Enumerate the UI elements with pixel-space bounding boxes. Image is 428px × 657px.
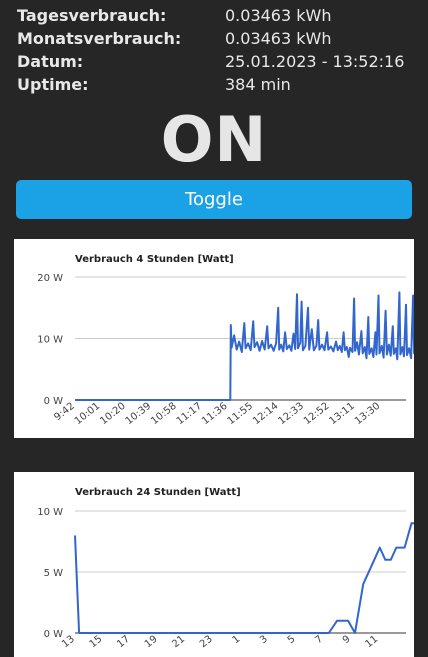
x-tick-label: 12:52 — [302, 401, 331, 427]
stat-label: Uptime: — [17, 75, 89, 94]
x-tick-label: 15 — [88, 634, 105, 651]
y-tick-label: 10 W — [37, 507, 63, 518]
x-tick-label: 12:14 — [251, 401, 280, 427]
power-state: ON — [160, 103, 268, 176]
series-line — [75, 291, 414, 401]
x-tick-label: 3 — [258, 634, 270, 647]
stat-label: Monatsverbrauch: — [17, 29, 182, 48]
stat-value: 384 min — [225, 75, 291, 94]
series-line — [74, 522, 414, 634]
y-tick-label: 20 W — [37, 273, 63, 284]
stat-value: 25.01.2023 - 13:52:16 — [225, 52, 405, 71]
stat-row-uptime: Uptime: 384 min — [0, 73, 428, 96]
x-tick-label: 10:20 — [98, 401, 127, 427]
chart-title: Verbrauch 24 Stunden [Watt] — [75, 487, 241, 498]
chart-4h-svg: Verbrauch 4 Stunden [Watt]0 W10 W20 W9:4… — [37, 254, 414, 427]
x-tick-label: 17 — [115, 634, 132, 651]
x-tick-label: 7 — [313, 634, 325, 647]
x-tick-label: 11:55 — [226, 401, 255, 427]
x-tick-label: 13:11 — [327, 401, 356, 427]
stat-label: Datum: — [17, 52, 84, 71]
x-tick-label: 10:39 — [124, 401, 153, 427]
chart-title: Verbrauch 4 Stunden [Watt] — [75, 254, 234, 265]
x-tick-label: 21 — [170, 634, 187, 651]
y-tick-label: 5 W — [44, 568, 64, 579]
x-tick-label: 11:36 — [200, 401, 229, 427]
x-tick-label: 10:01 — [73, 401, 102, 427]
stat-label: Tagesverbrauch: — [17, 6, 167, 25]
chart-24h-svg: Verbrauch 24 Stunden [Watt] 0 W 5 W 10 W 1 3 1… — [37, 487, 414, 651]
x-tick-label: 10:58 — [149, 401, 178, 427]
y-tick-label: 0 W — [44, 629, 64, 640]
x-tick-label: 13:30 — [353, 401, 382, 427]
x-tick-label: 11 — [363, 634, 380, 651]
y-tick-label: 0 W — [44, 396, 64, 407]
stat-value: 0.03463 kWh — [225, 6, 332, 25]
chart-4h: Verbrauch 4 Stunden [Watt] 0 W 10 W 20 W 9:4… — [14, 239, 414, 438]
x-tick-label: 1 — [231, 634, 243, 647]
x-tick-label: 9 — [341, 634, 353, 647]
x-tick-label: 19 — [143, 634, 160, 651]
toggle-button[interactable]: Toggle — [16, 180, 412, 219]
stat-value: 0.03463 kWh — [225, 29, 332, 48]
x-tick-label: 12:33 — [277, 401, 306, 427]
x-tick-label: 23 — [198, 634, 215, 651]
stat-row-date: Datum: 25.01.2023 - 13:52:16 — [0, 50, 428, 73]
stat-row-monthly: Monatsverbrauch: 0.03463 kWh — [0, 27, 428, 50]
chart-24h: Verbrauch 24 Stunden [Watt] 0 W 5 W 10 W 1 3 1… — [14, 472, 414, 657]
stat-row-daily: Tagesverbrauch: 0.03463 kWh — [0, 4, 428, 27]
x-tick-label: 5 — [286, 634, 298, 647]
y-tick-label: 10 W — [37, 335, 63, 346]
x-tick-label: 11:17 — [175, 401, 204, 427]
